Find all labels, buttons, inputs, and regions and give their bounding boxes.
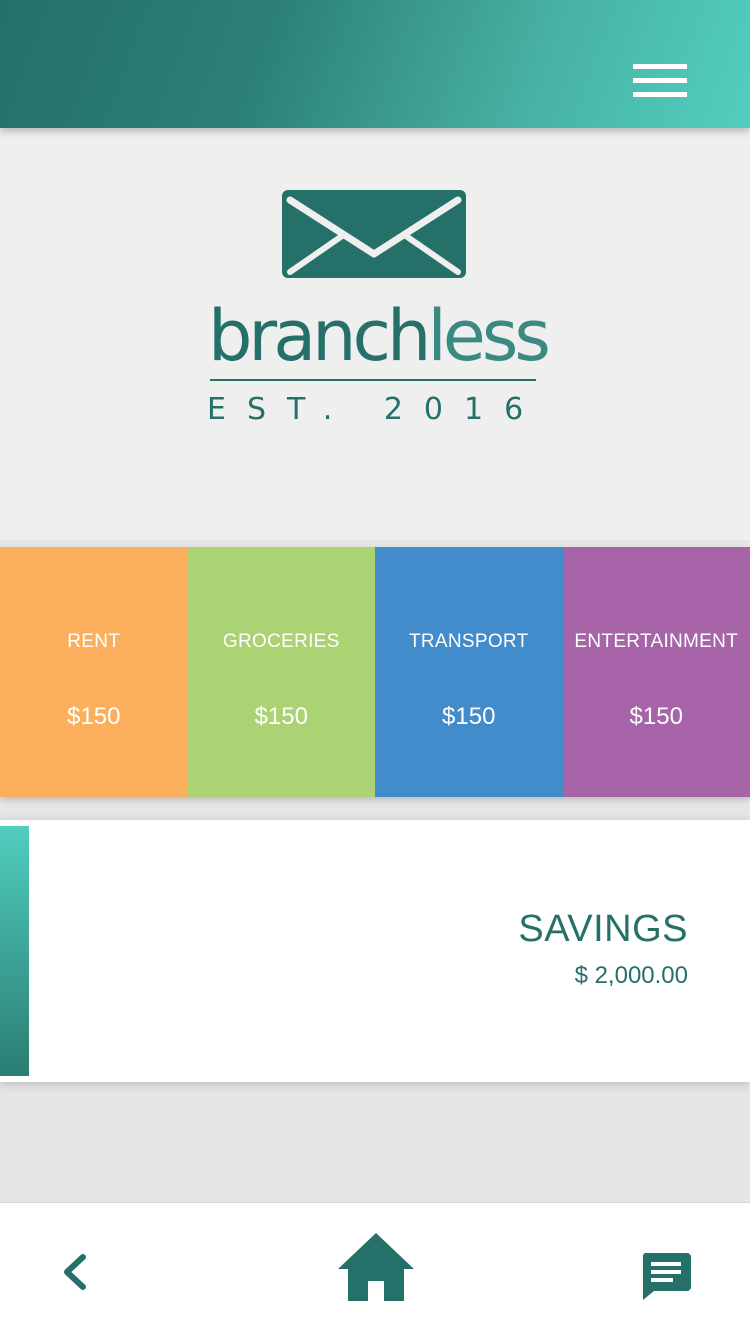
category-label: ENTERTAINMENT	[574, 631, 739, 652]
brand-established: EST. 2016	[207, 392, 545, 427]
chevron-left-icon[interactable]	[56, 1247, 96, 1297]
category-amount: $150	[442, 703, 496, 730]
category-tile-rent[interactable]: RENT $150	[0, 547, 188, 797]
category-tile-groceries[interactable]: GROCERIES $150	[187, 547, 375, 797]
brand-name-bold: branch	[208, 295, 431, 377]
chat-icon[interactable]	[640, 1251, 692, 1301]
menu-bar	[633, 78, 687, 83]
menu-bar	[633, 64, 687, 69]
savings-amount: $ 2,000.00	[574, 962, 688, 989]
category-tile-entertainment[interactable]: ENTERTAINMENT $150	[562, 547, 750, 797]
hamburger-menu-icon[interactable]	[630, 60, 688, 102]
savings-accent-bar	[0, 826, 29, 1076]
category-amount: $150	[629, 703, 683, 730]
bottom-navigation	[0, 1202, 750, 1334]
brand-logo-area: branchless EST. 2016	[0, 128, 750, 540]
category-tile-transport[interactable]: TRANSPORT $150	[375, 547, 563, 797]
menu-bar	[633, 92, 687, 97]
savings-card[interactable]: SAVINGS $ 2,000.00	[0, 820, 750, 1082]
category-amount: $150	[67, 703, 121, 730]
brand-name: branchless	[208, 295, 551, 377]
category-label: RENT	[67, 631, 121, 652]
home-icon[interactable]	[336, 1231, 416, 1303]
category-amount: $150	[254, 703, 308, 730]
category-label: GROCERIES	[222, 631, 340, 652]
app-header	[0, 0, 750, 128]
envelope-icon	[282, 190, 466, 278]
category-label: TRANSPORT	[408, 631, 529, 652]
brand-name-light: less	[427, 295, 550, 377]
brand-divider	[210, 379, 536, 381]
savings-title: SAVINGS	[518, 908, 688, 950]
budget-categories: RENT $150 GROCERIES $150 TRANSPORT $150 …	[0, 547, 750, 797]
